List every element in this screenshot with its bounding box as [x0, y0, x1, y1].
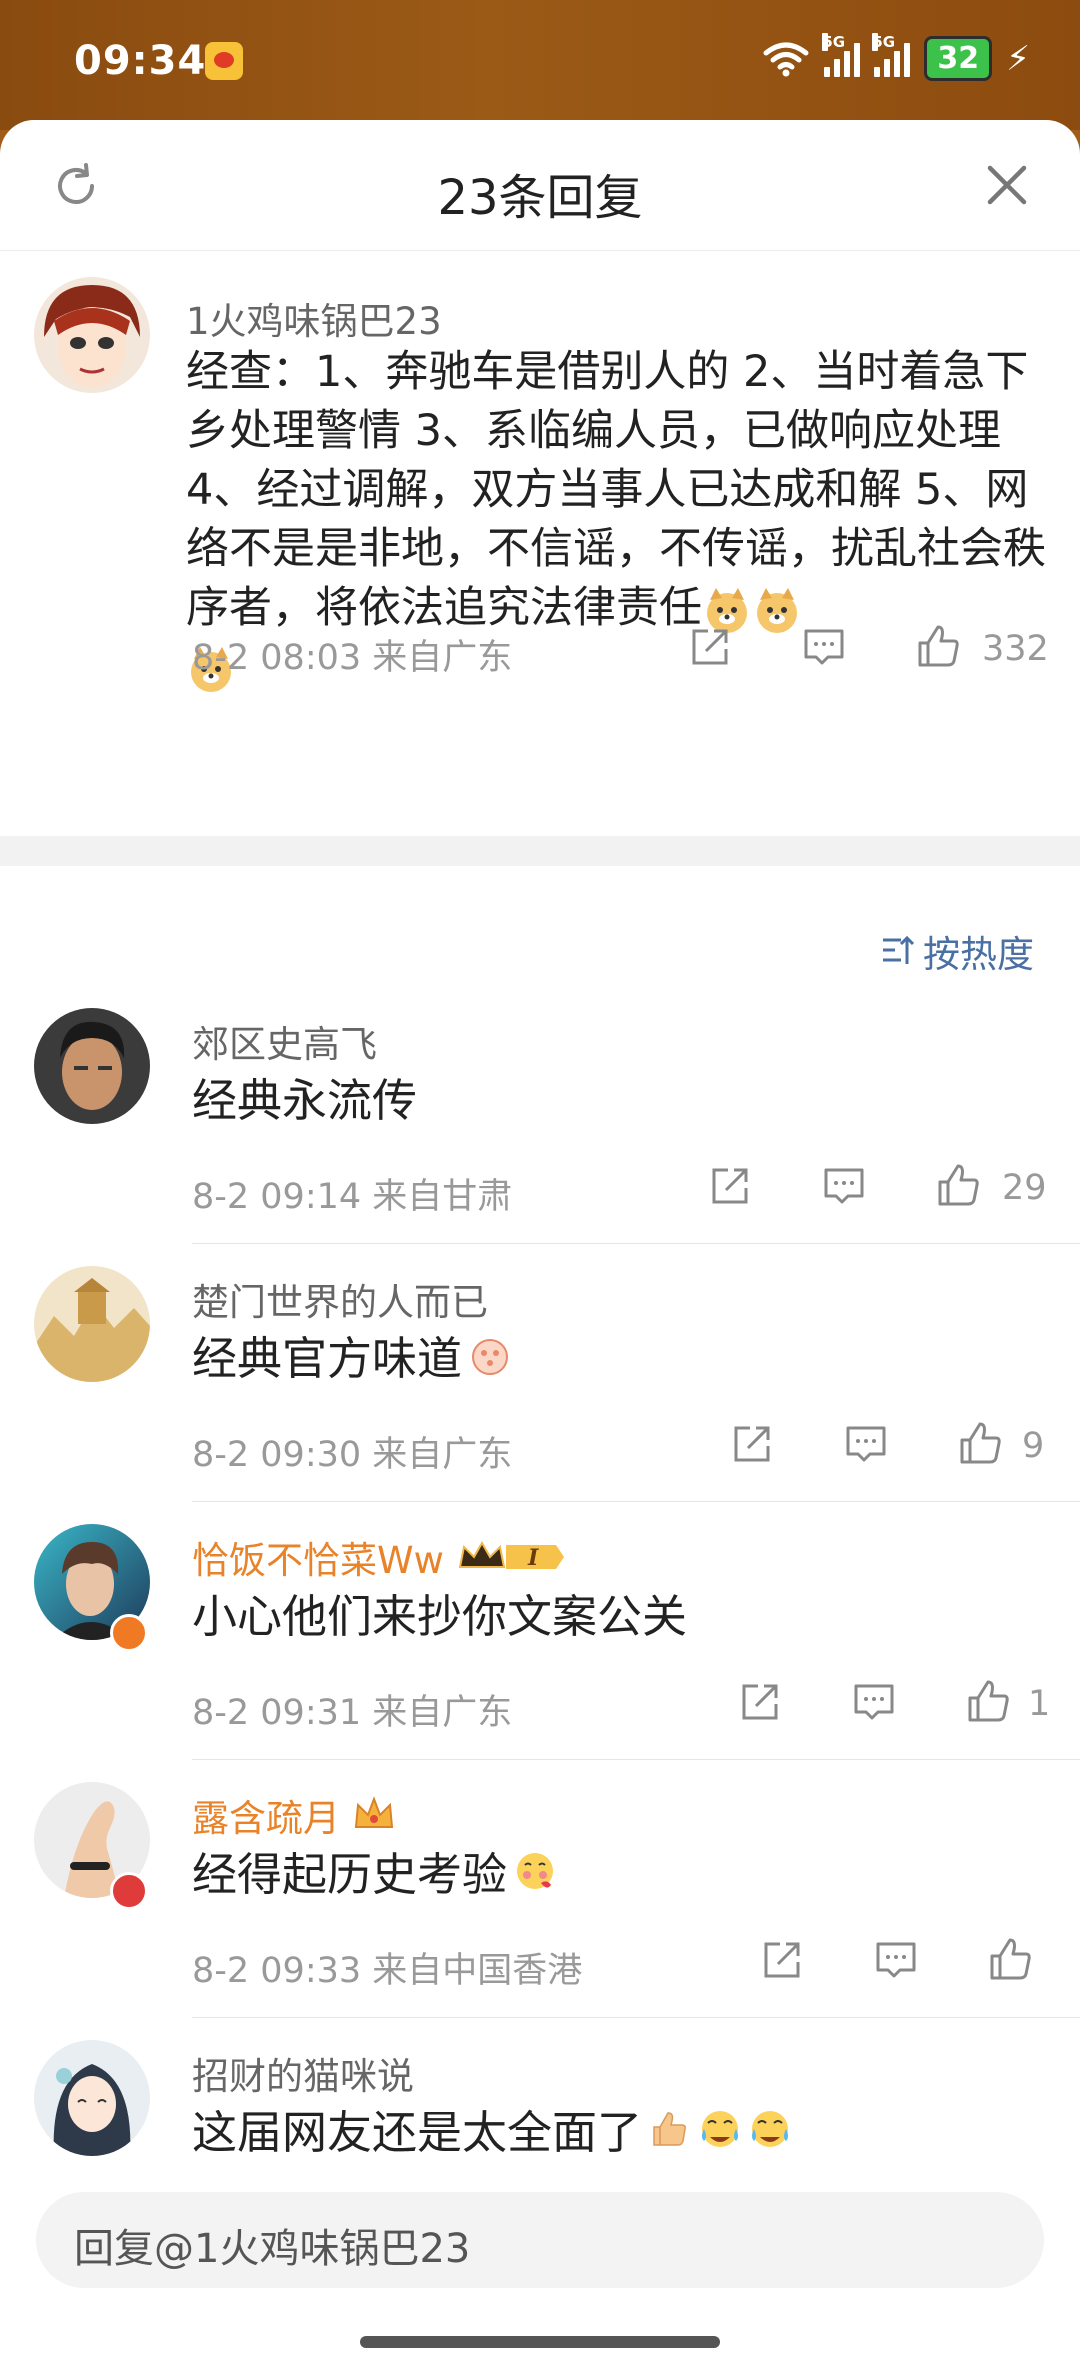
reply-text: 经典永流传: [192, 1074, 418, 1127]
crown-badge-icon: [354, 1796, 394, 1828]
signal-5g-icon-2: 5G: [872, 32, 911, 77]
battery-indicator: 32: [924, 36, 993, 81]
laugh-cry-emoji-icon: [702, 2110, 739, 2147]
reply-input[interactable]: 回复@1火鸡味锅巴23: [36, 2192, 1044, 2288]
laugh-cry-emoji-icon-2: [752, 2110, 789, 2147]
like-count: 1: [1028, 1684, 1051, 1724]
reply-author-vip[interactable]: 露含疏月: [192, 1788, 396, 1842]
like-icon[interactable]: [914, 623, 962, 671]
avatar[interactable]: [34, 2040, 150, 2156]
reply-date: 8-2 09:14 来自甘肃: [192, 1177, 513, 1217]
reply-item: 郊区史高飞 经典永流传 8-2 09:14 来自甘肃 29: [0, 986, 1080, 1244]
share-icon[interactable]: [706, 1162, 754, 1210]
reply-meta: 8-2 09:14 来自甘肃 29: [0, 1158, 1080, 1217]
comment-icon[interactable]: [842, 1420, 890, 1468]
sort-row: 按热度: [0, 866, 1080, 986]
reply-body: 经得起历史考验: [192, 1838, 557, 1903]
reply-item: 楚门世界的人而已 经典官方味道 8-2 09:30 来自广东 9: [0, 1244, 1080, 1502]
blush-emoji-icon: [517, 1852, 554, 1889]
share-icon[interactable]: [736, 1678, 784, 1726]
reply-author[interactable]: 楚门世界的人而已: [192, 1272, 488, 1326]
comment-icon[interactable]: [800, 623, 848, 671]
sort-label: 按热度: [923, 933, 1034, 976]
member-badge-icon: [110, 1872, 148, 1910]
comment-icon[interactable]: [850, 1678, 898, 1726]
sheet-header: 23条回复: [0, 120, 1080, 251]
avatar[interactable]: [34, 1266, 150, 1382]
reply-author-vip[interactable]: 恰饭不恰菜Ww I: [192, 1530, 566, 1584]
cake-emoji-icon: [472, 1338, 509, 1375]
vip-level: I: [527, 1545, 539, 1571]
main-comment: 1火鸡味锅巴23 经查：1、奔驰车是借别人的 2、当时着急下乡处理警情 3、系临…: [0, 251, 1080, 836]
like-icon[interactable]: [986, 1936, 1034, 1984]
reply-author[interactable]: 郊区史高飞: [192, 1014, 377, 1068]
home-indicator[interactable]: [360, 2336, 720, 2348]
comment-author[interactable]: 1火鸡味锅巴23: [186, 291, 442, 345]
thumbs-up-emoji-icon: [653, 2111, 686, 2146]
avatar[interactable]: [34, 277, 150, 393]
avatar[interactable]: [34, 1008, 150, 1124]
weibo-notification-icon: [205, 42, 243, 80]
reply-placeholder: 回复@1火鸡味锅巴23: [74, 2226, 471, 2272]
replies-sheet: 23条回复 1火鸡味锅巴23 经查：1、奔驰车是借别人的 2、当时着急下乡处理警…: [0, 120, 1080, 2376]
reply-text: 经得起历史考验: [192, 1848, 508, 1901]
sort-icon: [883, 935, 915, 964]
like-count: 332: [982, 629, 1049, 669]
comment-icon[interactable]: [872, 1936, 920, 1984]
reply-date: 8-2 09:31 来自广东: [192, 1693, 513, 1733]
reply-composer: 回复@1火鸡味锅巴23: [0, 2186, 1080, 2376]
reply-text: 这届网友还是太全面了: [192, 2106, 643, 2159]
reply-text: 小心他们来抄你文案公关: [192, 1590, 688, 1643]
like-icon[interactable]: [956, 1420, 1004, 1468]
reply-body: 经典官方味道: [192, 1322, 512, 1387]
section-divider: [0, 836, 1080, 866]
share-icon[interactable]: [686, 623, 734, 671]
like-count: 29: [1002, 1168, 1047, 1208]
wifi-icon: [763, 42, 809, 76]
reply-text: 经典官方味道: [192, 1332, 463, 1385]
reply-date: 8-2 09:33 来自中国香港: [192, 1951, 583, 1991]
status-time: 09:34: [74, 38, 207, 84]
like-count: 9: [1022, 1426, 1045, 1466]
vip-crown-badge-icon: I: [458, 1540, 564, 1571]
sheet-title: 23条回复: [437, 170, 643, 226]
reply-date: 8-2 09:30 来自广东: [192, 1435, 513, 1475]
signal-5g-icon: 5G: [822, 32, 861, 77]
reply-meta: 8-2 09:31 来自广东 1: [0, 1674, 1080, 1733]
reply-meta: 8-2 09:30 来自广东 9: [0, 1416, 1080, 1475]
sort-button[interactable]: 按热度: [881, 924, 1034, 978]
like-icon[interactable]: [964, 1678, 1012, 1726]
reply-item: 恰饭不恰菜Ww I 小心他们来抄你文案公关 8-2 09:31 来自广东 1: [0, 1502, 1080, 1760]
share-icon[interactable]: [758, 1936, 806, 1984]
close-icon[interactable]: [982, 160, 1032, 210]
charging-icon: ⚡: [1006, 38, 1030, 79]
comment-date: 8-2 08:03 来自广东: [192, 638, 513, 678]
reply-item: 露含疏月 经得起历史考验 8-2 09:33 来自中国香港: [0, 1760, 1080, 2018]
reply-author[interactable]: 招财的猫咪说: [192, 2046, 414, 2100]
comment-meta: 8-2 08:03 来自广东 332: [0, 619, 1080, 678]
status-bar: 09:34 5G 5G 32 ⚡: [0, 0, 1080, 130]
like-icon[interactable]: [934, 1162, 982, 1210]
verified-badge-icon: [110, 1614, 148, 1652]
status-icons: 5G 5G 32 ⚡: [762, 32, 1030, 81]
reply-meta: 8-2 09:33 来自中国香港: [0, 1932, 1080, 1991]
comment-icon[interactable]: [820, 1162, 868, 1210]
comment-text: 经查：1、奔驰车是借别人的 2、当时着急下乡处理警情 3、系临编人员，已做响应处…: [186, 347, 1046, 633]
share-icon[interactable]: [728, 1420, 776, 1468]
reply-body: 这届网友还是太全面了: [192, 2096, 792, 2161]
